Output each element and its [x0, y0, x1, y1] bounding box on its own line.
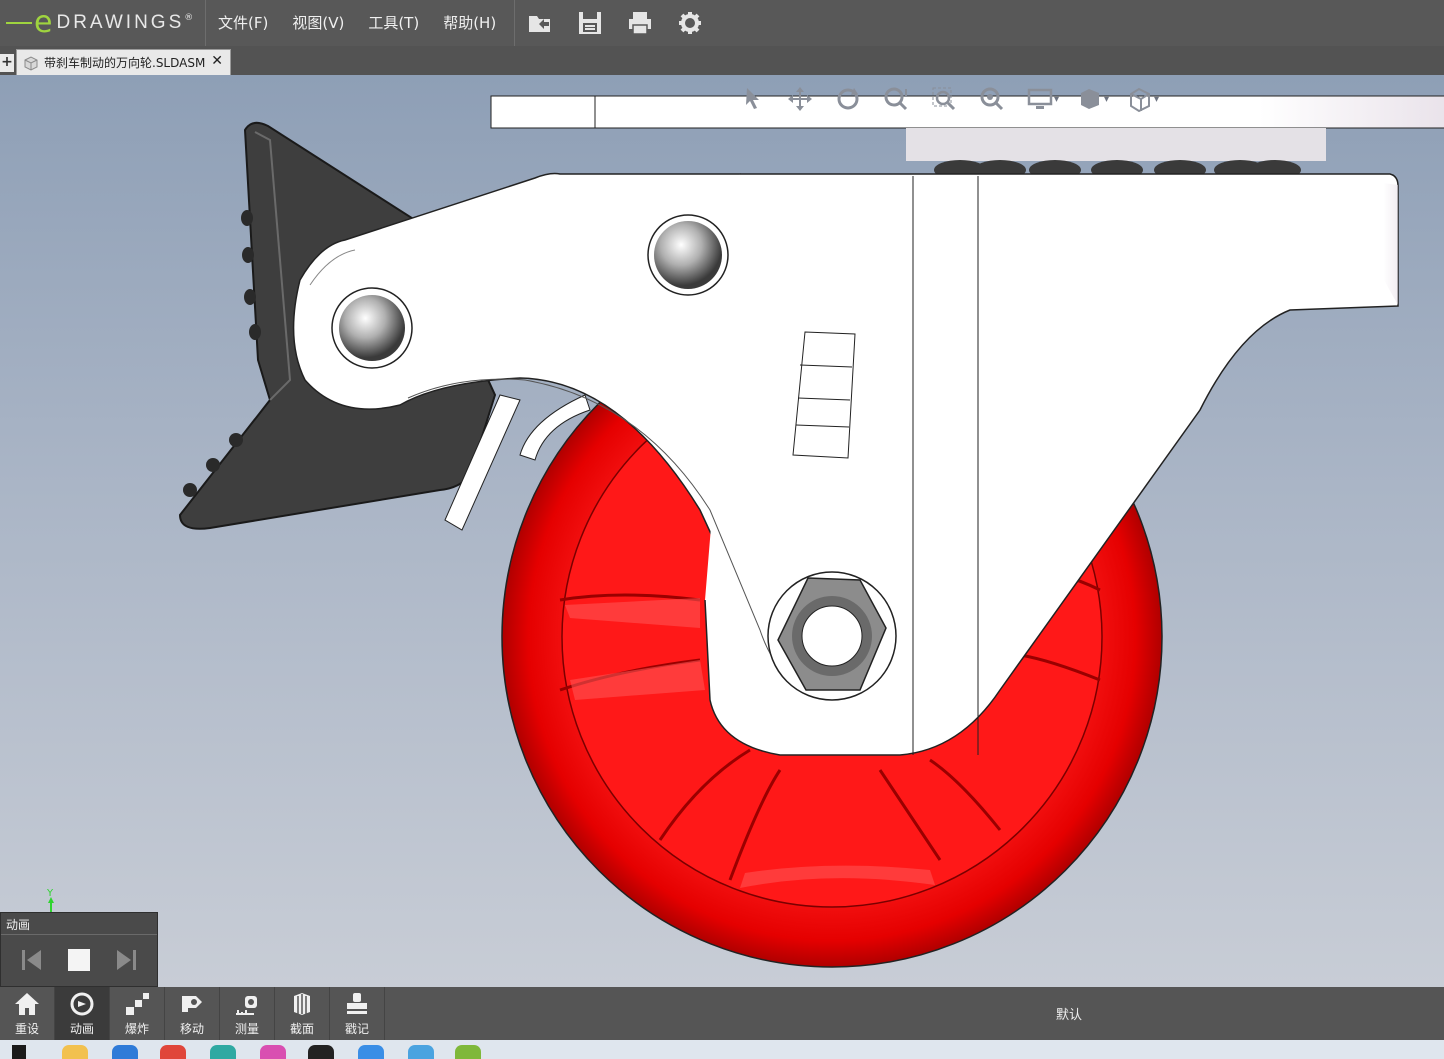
open-icon[interactable] [515, 0, 565, 46]
configuration-name[interactable]: 默认 [1056, 1004, 1082, 1023]
select-icon[interactable] [728, 81, 776, 117]
view-orientation-dropdown-icon[interactable]: ▾ [1154, 94, 1162, 105]
stamp-icon [347, 993, 367, 1014]
menu-tools[interactable]: 工具(T) [356, 0, 431, 46]
animation-button[interactable]: 动画 [55, 987, 110, 1040]
move-icon [182, 996, 202, 1012]
assembly-icon [24, 55, 38, 71]
move-button[interactable]: 移动 [165, 987, 220, 1040]
taskbar-app-icon[interactable] [408, 1045, 434, 1059]
edrawings-taskbar-icon[interactable] [455, 1045, 481, 1059]
display-style-dropdown-icon[interactable]: ▾ [1054, 94, 1062, 105]
file-explorer-icon[interactable] [62, 1045, 88, 1059]
qq-icon[interactable] [308, 1045, 334, 1059]
measure-label: 测量 [234, 1022, 259, 1036]
print-icon[interactable] [615, 0, 665, 46]
settings-icon[interactable] [665, 0, 715, 46]
firefox-icon[interactable] [260, 1045, 286, 1059]
logo-e: e [34, 5, 53, 40]
caster-model[interactable] [0, 75, 1444, 987]
logo-mark: ® [184, 13, 194, 23]
logo-arrow [6, 22, 32, 24]
rewind-icon[interactable] [17, 945, 47, 975]
document-tab[interactable]: 带刹车制动的万向轮.SLDASM ✕ [16, 49, 231, 75]
section-icon [294, 993, 310, 1015]
animation-label: 动画 [69, 1022, 94, 1036]
logo-text: DRAWINGS [56, 12, 185, 33]
menu-bar: e DRAWINGS ® 文件(F) 视图(V) 工具(T) 帮助(H) [0, 0, 1444, 46]
forward-icon[interactable] [111, 945, 141, 975]
triad-y-label: Y [46, 888, 54, 899]
menu-file[interactable]: 文件(F) [206, 0, 280, 46]
section-button[interactable]: 截面 [275, 987, 330, 1040]
taskbar-app-icon[interactable] [112, 1045, 138, 1059]
document-tab-title: 带刹车制动的万向轮.SLDASM [44, 56, 206, 70]
reset-label: 重设 [14, 1022, 39, 1036]
measure-icon [236, 996, 257, 1015]
animation-icon [70, 992, 94, 1016]
shading-dropdown-icon[interactable]: ▾ [1104, 94, 1112, 105]
stop-icon[interactable] [64, 945, 94, 975]
explode-button[interactable]: 爆炸 [110, 987, 165, 1040]
animation-panel: 动画 [0, 912, 158, 987]
chrome-icon[interactable] [160, 1045, 186, 1059]
stamp-label: 戳记 [344, 1022, 369, 1036]
section-label: 截面 [289, 1022, 314, 1036]
move-label: 移动 [179, 1022, 204, 1036]
menu-help[interactable]: 帮助(H) [431, 0, 508, 46]
home-icon [15, 993, 39, 1015]
pan-icon[interactable] [776, 81, 824, 117]
close-tab-icon[interactable]: ✕ [211, 53, 223, 69]
add-tab-button[interactable]: + [0, 54, 14, 72]
zoom-icon[interactable] [872, 81, 920, 117]
measure-button[interactable]: 测量 [220, 987, 275, 1040]
explode-icon [126, 993, 149, 1015]
rotate-icon[interactable] [824, 81, 872, 117]
document-tab-bar: + 带刹车制动的万向轮.SLDASM ✕ [0, 46, 1444, 75]
reset-button[interactable]: 重设 [0, 987, 55, 1040]
bottom-toolbar: 重设 动画 爆炸 移动 测量 截面 戳记 [0, 987, 1444, 1040]
stamp-button[interactable]: 戳记 [330, 987, 385, 1040]
edge-icon[interactable] [210, 1045, 236, 1059]
save-icon[interactable] [565, 0, 615, 46]
windows-start-icon[interactable] [12, 1045, 26, 1059]
graphics-viewport[interactable]: ▾ ▾ ▾ Y [0, 75, 1444, 987]
taskbar-app-icon[interactable] [358, 1045, 384, 1059]
zoom-to-area-icon[interactable] [920, 81, 968, 117]
zoom-to-fit-icon[interactable] [968, 81, 1016, 117]
animation-panel-title: 动画 [1, 913, 157, 935]
explode-label: 爆炸 [124, 1022, 149, 1036]
edrawings-logo: e DRAWINGS ® [0, 0, 206, 46]
menu-view[interactable]: 视图(V) [280, 0, 356, 46]
view-toolbar: ▾ ▾ ▾ [728, 81, 1166, 117]
